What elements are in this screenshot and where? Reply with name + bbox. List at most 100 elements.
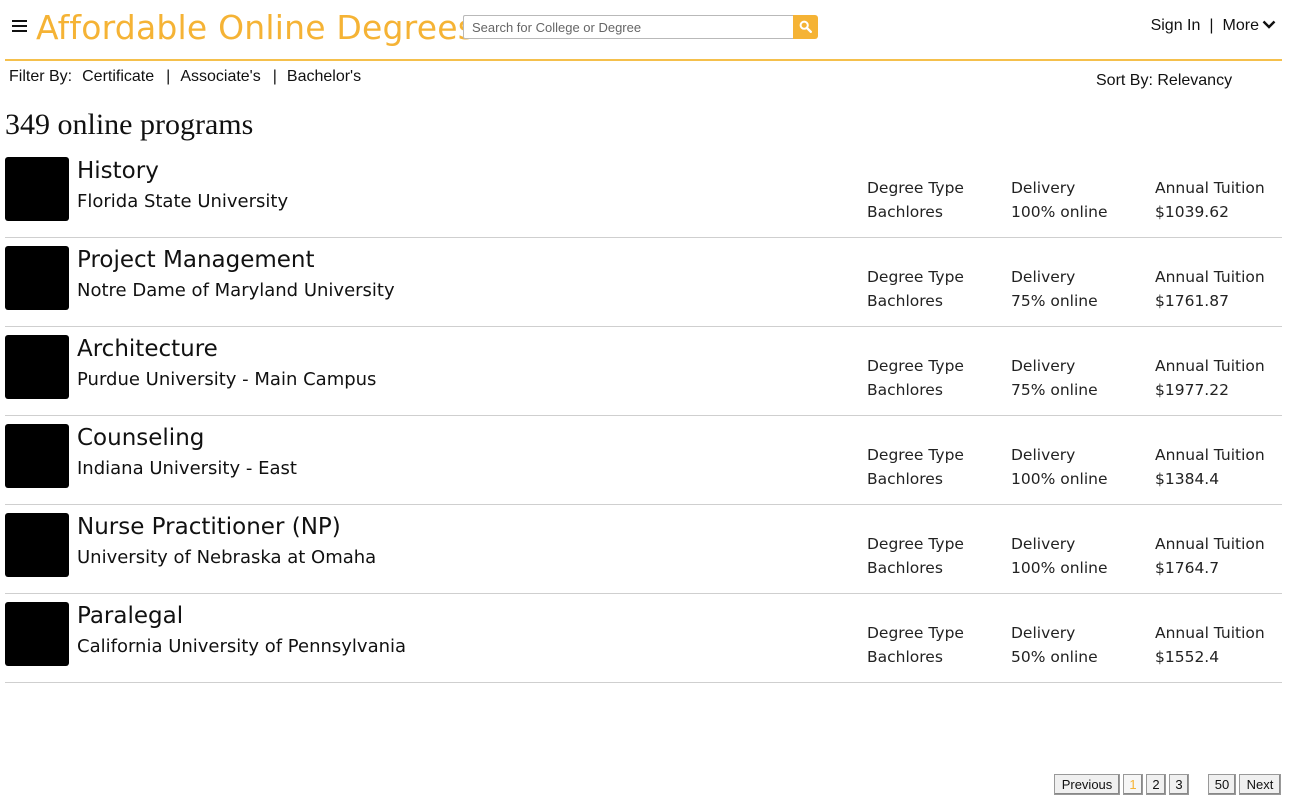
degree-type-column: Degree Type Bachlores	[867, 265, 964, 313]
page-2-button[interactable]: 2	[1146, 774, 1166, 795]
degree-type-label: Degree Type	[867, 624, 964, 642]
program-title[interactable]: Nurse Practitioner (NP)	[77, 514, 341, 540]
search-bar	[463, 15, 818, 39]
delivery-column: Delivery 75% online	[1011, 354, 1098, 402]
delivery-label: Delivery	[1011, 535, 1076, 553]
program-title[interactable]: Project Management	[77, 247, 315, 273]
tuition-label: Annual Tuition	[1155, 446, 1265, 464]
degree-type-value: Bachlores	[867, 381, 943, 399]
filter-separator: |	[272, 68, 277, 85]
program-school: Purdue University - Main Campus	[77, 369, 377, 390]
delivery-value: 100% online	[1011, 470, 1108, 488]
sort-value[interactable]: Relevancy	[1157, 72, 1232, 89]
program-row[interactable]: Architecture Purdue University - Main Ca…	[5, 327, 1282, 416]
page-1-button[interactable]: 1	[1123, 774, 1143, 795]
program-title[interactable]: History	[77, 158, 159, 184]
program-row[interactable]: History Florida State University Degree …	[5, 149, 1282, 238]
delivery-label: Delivery	[1011, 624, 1076, 642]
delivery-column: Delivery 50% online	[1011, 621, 1098, 669]
program-school: Florida State University	[77, 191, 289, 212]
tuition-column: Annual Tuition $1761.87	[1155, 265, 1265, 313]
filter-associates[interactable]: Associate's	[180, 68, 260, 85]
header-divider	[5, 59, 1282, 61]
chevron-down-icon	[1262, 20, 1276, 29]
tuition-column: Annual Tuition $1039.62	[1155, 176, 1265, 224]
sign-in-link[interactable]: Sign In	[1151, 17, 1201, 34]
delivery-label: Delivery	[1011, 357, 1076, 375]
degree-type-column: Degree Type Bachlores	[867, 443, 964, 491]
tuition-column: Annual Tuition $1384.4	[1155, 443, 1265, 491]
degree-type-label: Degree Type	[867, 446, 964, 464]
degree-type-label: Degree Type	[867, 357, 964, 375]
search-button[interactable]	[793, 15, 818, 39]
page-3-button[interactable]: 3	[1169, 774, 1189, 795]
delivery-value: 100% online	[1011, 559, 1108, 577]
delivery-column: Delivery 75% online	[1011, 265, 1098, 313]
site-header: Affordable Online Degrees Sign In | More	[0, 0, 1294, 60]
degree-type-label: Degree Type	[867, 268, 964, 286]
more-menu[interactable]: More	[1223, 17, 1276, 34]
tuition-value: $1764.7	[1155, 559, 1220, 577]
program-row[interactable]: Counseling Indiana University - East Deg…	[5, 416, 1282, 505]
program-row[interactable]: Paralegal California University of Penns…	[5, 594, 1282, 683]
tuition-value: $1977.22	[1155, 381, 1229, 399]
delivery-column: Delivery 100% online	[1011, 176, 1108, 224]
tuition-value: $1384.4	[1155, 470, 1220, 488]
program-row[interactable]: Project Management Notre Dame of Marylan…	[5, 238, 1282, 327]
degree-type-value: Bachlores	[867, 203, 943, 221]
program-school: Notre Dame of Maryland University	[77, 280, 395, 301]
degree-type-column: Degree Type Bachlores	[867, 354, 964, 402]
delivery-label: Delivery	[1011, 179, 1076, 197]
degree-type-value: Bachlores	[867, 648, 943, 666]
delivery-label: Delivery	[1011, 268, 1076, 286]
delivery-label: Delivery	[1011, 446, 1076, 464]
program-list: History Florida State University Degree …	[5, 149, 1282, 683]
delivery-value: 75% online	[1011, 381, 1098, 399]
degree-type-label: Degree Type	[867, 179, 964, 197]
sort-control[interactable]: Sort By: Relevancy	[1096, 72, 1232, 90]
tuition-column: Annual Tuition $1977.22	[1155, 354, 1265, 402]
degree-type-column: Degree Type Bachlores	[867, 176, 964, 224]
degree-type-label: Degree Type	[867, 535, 964, 553]
tuition-column: Annual Tuition $1764.7	[1155, 532, 1265, 580]
tuition-label: Annual Tuition	[1155, 268, 1265, 286]
sort-label: Sort By:	[1096, 72, 1153, 89]
hamburger-menu-icon[interactable]	[12, 20, 27, 33]
delivery-value: 50% online	[1011, 648, 1098, 666]
filter-bar: Filter By: Certificate | Associate's | Bachel…	[9, 68, 361, 86]
program-thumbnail	[5, 424, 69, 488]
program-title[interactable]: Counseling	[77, 425, 204, 451]
account-nav: Sign In | More	[1151, 17, 1276, 35]
delivery-column: Delivery 100% online	[1011, 443, 1108, 491]
tuition-value: $1761.87	[1155, 292, 1229, 310]
filter-certificate[interactable]: Certificate	[82, 68, 154, 85]
results-count-heading: 349 online programs	[5, 108, 254, 141]
delivery-value: 75% online	[1011, 292, 1098, 310]
nav-separator: |	[1209, 17, 1214, 34]
tuition-column: Annual Tuition $1552.4	[1155, 621, 1265, 669]
search-input[interactable]	[463, 15, 793, 39]
tuition-label: Annual Tuition	[1155, 535, 1265, 553]
filter-separator: |	[166, 68, 171, 85]
degree-type-column: Degree Type Bachlores	[867, 532, 964, 580]
program-thumbnail	[5, 513, 69, 577]
program-thumbnail	[5, 246, 69, 310]
program-thumbnail	[5, 602, 69, 666]
more-label: More	[1222, 17, 1259, 34]
delivery-value: 100% online	[1011, 203, 1108, 221]
tuition-label: Annual Tuition	[1155, 624, 1265, 642]
filter-bachelors[interactable]: Bachelor's	[287, 68, 361, 85]
program-school: University of Nebraska at Omaha	[77, 547, 377, 568]
delivery-column: Delivery 100% online	[1011, 532, 1108, 580]
previous-page-button[interactable]: Previous	[1054, 774, 1120, 795]
next-page-button[interactable]: Next	[1239, 774, 1281, 795]
program-title[interactable]: Architecture	[77, 336, 218, 362]
program-row[interactable]: Nurse Practitioner (NP) University of Ne…	[5, 505, 1282, 594]
degree-type-value: Bachlores	[867, 559, 943, 577]
tuition-value: $1039.62	[1155, 203, 1229, 221]
filter-label: Filter By:	[9, 68, 73, 85]
program-title[interactable]: Paralegal	[77, 603, 183, 629]
program-thumbnail	[5, 157, 69, 221]
site-logo-text[interactable]: Affordable Online Degrees	[36, 8, 475, 47]
last-page-button[interactable]: 50	[1208, 774, 1236, 795]
